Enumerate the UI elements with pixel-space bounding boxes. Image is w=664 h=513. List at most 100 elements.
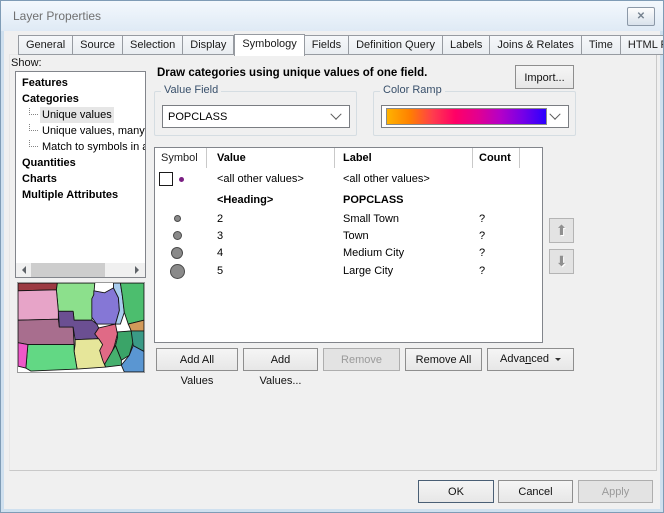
tab-symbology[interactable]: Symbology [234, 34, 304, 56]
symbol-cell[interactable] [155, 247, 207, 259]
tab-source[interactable]: Source [73, 35, 123, 55]
cancel-button[interactable]: Cancel [498, 480, 573, 503]
color-ramp-label: Color Ramp [380, 84, 445, 96]
symbol-cell[interactable] [155, 264, 207, 279]
import-button[interactable]: Import... [515, 65, 574, 89]
tree-item-label: Categories [20, 91, 81, 107]
apply-button: Apply [578, 480, 653, 503]
tree-item-label: Multiple Attributes [20, 187, 120, 203]
tree-item-charts[interactable]: Charts [20, 171, 145, 187]
tree-item-multiple-attributes[interactable]: Multiple Attributes [20, 187, 145, 203]
value-cell[interactable]: 2 [207, 213, 335, 225]
tree-item-label: Charts [20, 171, 59, 187]
symbol-cell[interactable] [155, 172, 207, 186]
chevron-down-icon [549, 108, 560, 119]
add-values-button[interactable]: Add Values... [243, 348, 318, 371]
point-symbol-icon [179, 177, 184, 182]
label-cell[interactable]: POPCLASS [335, 194, 473, 206]
count-cell[interactable]: ? [473, 247, 520, 259]
move-value-up-button[interactable]: ⬆ [549, 218, 574, 243]
count-cell[interactable]: ? [473, 230, 520, 242]
column-header-symbol[interactable]: Symbol [155, 148, 207, 168]
color-ramp-swatch [386, 108, 547, 125]
tree-item-match-to-symbols-in-a[interactable]: Match to symbols in a [20, 139, 145, 155]
symbol-cell[interactable] [155, 215, 207, 222]
value-cell[interactable]: <all other values> [207, 173, 335, 185]
tab-display[interactable]: Display [183, 35, 234, 55]
tab-time[interactable]: Time [582, 35, 621, 55]
table-row[interactable]: 2Small Town? [155, 210, 542, 227]
column-header-count[interactable]: Count [473, 148, 520, 168]
label-cell[interactable]: Small Town [335, 213, 473, 225]
label-cell[interactable]: Large City [335, 265, 473, 277]
tab-joins-relates[interactable]: Joins & Relates [490, 35, 581, 55]
table-row[interactable]: <all other values><all other values> [155, 168, 542, 190]
unique-values-table: Symbol Value Label Count <all other valu… [154, 147, 543, 343]
value-cell[interactable]: 5 [207, 265, 335, 277]
map-preview-svg [18, 283, 144, 372]
advanced-menu-button[interactable]: Advanced [487, 348, 574, 371]
tree-item-label: Match to symbols in a [40, 139, 145, 155]
tab-definition-query[interactable]: Definition Query [349, 35, 443, 55]
state-wisconsin [92, 288, 120, 324]
count-cell[interactable]: ? [473, 265, 520, 277]
ok-button[interactable]: OK [418, 480, 494, 503]
close-icon: ✕ [637, 11, 645, 22]
symbology-map-preview [17, 282, 145, 373]
label-cell[interactable]: Town [335, 230, 473, 242]
value-cell[interactable]: 4 [207, 247, 335, 259]
color-ramp-group: Color Ramp [373, 91, 576, 136]
tab-selection[interactable]: Selection [123, 35, 183, 55]
column-header-value[interactable]: Value [207, 148, 335, 168]
scrollbar-thumb[interactable] [31, 263, 105, 277]
column-header-label[interactable]: Label [335, 148, 473, 168]
point-symbol-icon [174, 215, 181, 222]
value-field-value: POPCLASS [163, 111, 332, 123]
title-bar[interactable]: Layer Properties ✕ [1, 1, 663, 31]
table-row[interactable]: 5Large City? [155, 262, 542, 280]
tree-horizontal-scrollbar[interactable] [16, 263, 145, 277]
value-field-dropdown[interactable]: POPCLASS [162, 105, 350, 128]
scroll-right-icon[interactable] [131, 263, 145, 277]
point-symbol-icon [170, 264, 185, 279]
close-button[interactable]: ✕ [627, 7, 655, 26]
tab-labels[interactable]: Labels [443, 35, 490, 55]
show-tree: FeaturesCategoriesUnique valuesUnique va… [15, 71, 146, 278]
label-cell[interactable]: <all other values> [335, 173, 473, 185]
state-michigan [120, 283, 144, 324]
state-colorado-edge [18, 343, 28, 368]
tree-item-unique-values[interactable]: Unique values [20, 107, 145, 123]
table-row[interactable]: <Heading>POPCLASS [155, 190, 542, 210]
value-cell[interactable]: 3 [207, 230, 335, 242]
tree-item-categories[interactable]: Categories [20, 91, 145, 107]
draw-method-description: Draw categories using unique values of o… [157, 67, 427, 79]
tab-fields[interactable]: Fields [305, 35, 349, 55]
value-cell[interactable]: <Heading> [207, 194, 335, 206]
count-cell[interactable]: ? [473, 213, 520, 225]
remove-all-button[interactable]: Remove All [405, 348, 482, 371]
tree-item-quantities[interactable]: Quantities [20, 155, 145, 171]
value-field-group: Value Field POPCLASS [154, 91, 357, 136]
table-body: <all other values><all other values><Hea… [155, 168, 542, 280]
add-all-values-button[interactable]: Add All Values [156, 348, 238, 371]
layer-properties-dialog: Layer Properties ✕ GeneralSourceSelectio… [0, 0, 664, 513]
tree-item-features[interactable]: Features [20, 75, 145, 91]
table-row[interactable]: 3Town? [155, 227, 542, 244]
all-other-values-checkbox[interactable] [159, 172, 173, 186]
advanced-label: Advanced [500, 349, 549, 370]
remove-button: Remove [323, 348, 400, 371]
label-cell[interactable]: Medium City [335, 247, 473, 259]
scroll-left-icon[interactable] [16, 263, 30, 277]
arrow-up-icon: ⬆ [556, 222, 568, 238]
tab-html-popup[interactable]: HTML Popup [621, 35, 664, 55]
table-row[interactable]: 4Medium City? [155, 244, 542, 262]
move-value-down-button[interactable]: ⬇ [549, 249, 574, 274]
arrow-down-icon: ⬇ [556, 253, 568, 269]
tree-item-unique-values-many[interactable]: Unique values, many [20, 123, 145, 139]
tree-item-label: Features [20, 75, 70, 91]
tab-general[interactable]: General [18, 35, 73, 55]
symbol-cell[interactable] [155, 231, 207, 240]
tree-item-label: Unique values, many [40, 123, 145, 139]
point-symbol-icon [171, 247, 183, 259]
color-ramp-dropdown[interactable] [381, 105, 569, 128]
